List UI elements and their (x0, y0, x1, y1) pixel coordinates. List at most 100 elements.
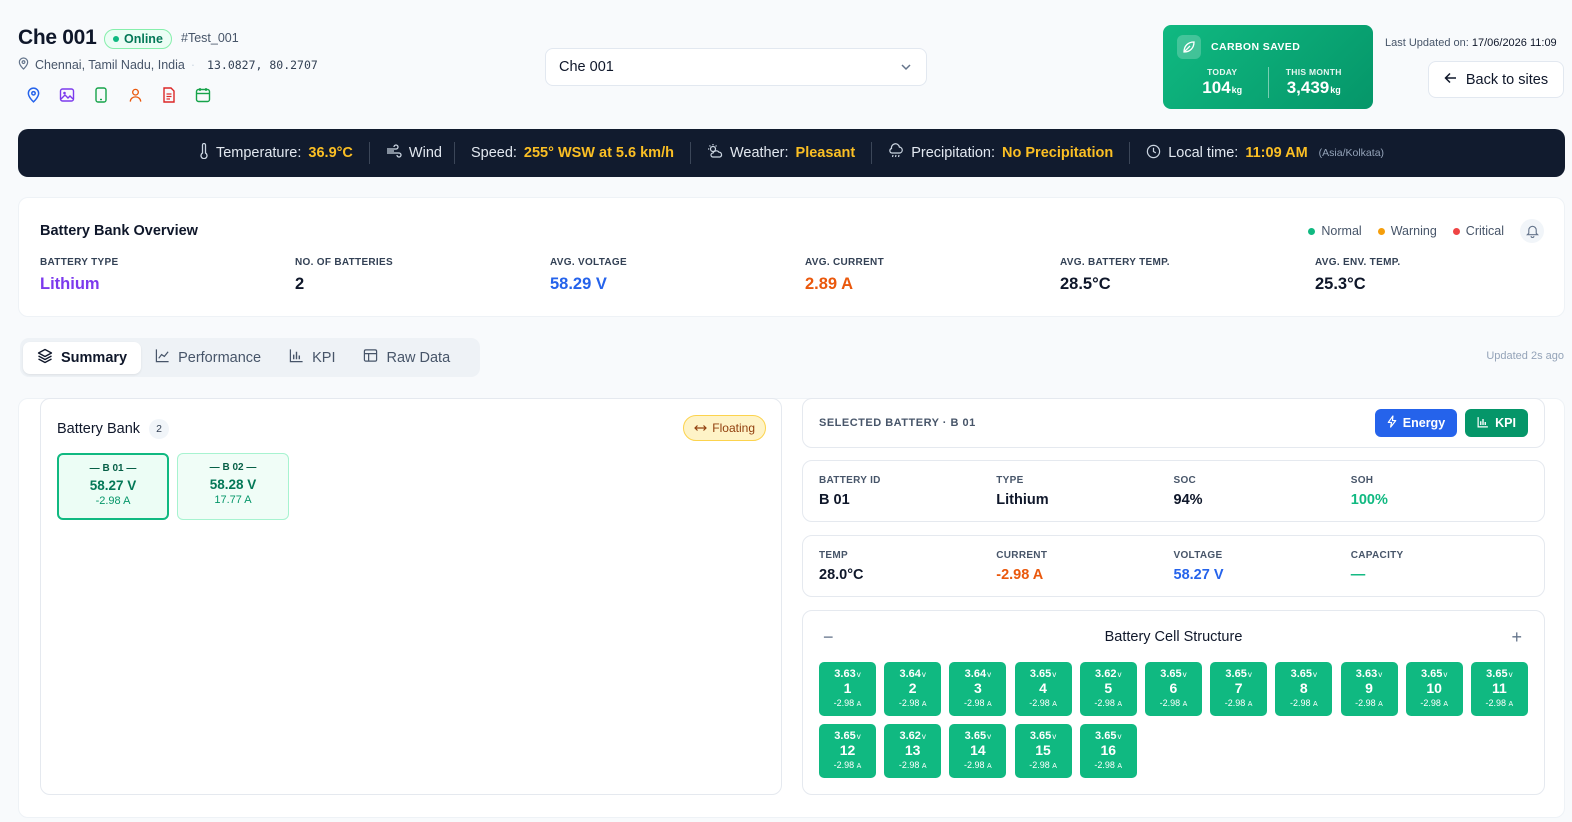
cell-tile[interactable]: 3.64v 3 -2.98 A (949, 662, 1007, 716)
floating-label: Floating (712, 421, 755, 435)
status-label: Online (124, 32, 163, 46)
carbon-today-unit: kg (1231, 85, 1243, 95)
table-icon (363, 348, 378, 367)
chevron-down-icon (900, 59, 912, 75)
bar-chart-icon (289, 348, 304, 367)
cell-number: 3 (973, 680, 982, 696)
cell-tile[interactable]: 3.62v 13 -2.98 A (884, 724, 942, 778)
battery-tile-b01[interactable]: — B 01 — 58.27 V -2.98 A (57, 453, 169, 520)
location-row: Chennai, Tamil Nadu, India · 13.0827, 80… (18, 57, 318, 73)
cell-current: -2.98 A (964, 698, 992, 708)
info-current: CURRENT -2.98 A (996, 550, 1048, 583)
stat-no-of-batteries: NO. OF BATTERIES 2 (295, 257, 393, 293)
battery-bank-card: Battery Bank 2 Floating — B 01 — 58.27 V… (40, 398, 782, 795)
cell-tile[interactable]: 3.62v 5 -2.98 A (1079, 662, 1137, 716)
cell-number: 8 (1299, 680, 1308, 696)
cell-structure-title: Battery Cell Structure (1104, 629, 1243, 645)
carbon-month-value: 3,439 (1286, 78, 1330, 97)
weather-bar: Temperature: 36.9°C Wind Speed: 255° WSW… (18, 129, 1565, 177)
legend-critical: Critical (1452, 224, 1504, 238)
info-battery-id: BATTERY ID B 01 (819, 475, 881, 508)
cell-current: -2.98 A (1094, 698, 1123, 708)
battery-tile-b02[interactable]: — B 02 — 58.28 V 17.77 A (177, 453, 289, 520)
cell-tile[interactable]: 3.65v 10 -2.98 A (1405, 662, 1463, 716)
tab-raw-data[interactable]: Raw Data (349, 342, 464, 374)
cell-tile[interactable]: 3.65v 16 -2.98 A (1079, 724, 1137, 778)
cell-number: 16 (1100, 742, 1117, 758)
back-to-sites-button[interactable]: Back to sites (1428, 61, 1564, 98)
info-soh: SOH 100% (1350, 475, 1388, 508)
speed-value: 255° WSW at 5.6 km/h (523, 145, 674, 161)
carbon-today-label: TODAY (1207, 67, 1238, 77)
last-updated: Last Updated on: 17/06/2026 11:09 (1385, 37, 1557, 49)
info-soc: SOC 94% (1173, 475, 1203, 508)
energy-button[interactable]: Energy (1374, 409, 1458, 437)
cell-tile[interactable]: 3.64v 2 -2.98 A (884, 662, 942, 716)
timezone: (Asia/Kolkata) (1318, 147, 1385, 159)
cell-tile[interactable]: 3.65v 11 -2.98 A (1470, 662, 1528, 716)
tablet-icon[interactable] (92, 86, 110, 104)
cell-number: 4 (1039, 680, 1047, 696)
cell-tile[interactable]: 3.65v 12 -2.98 A (819, 724, 876, 778)
tab-kpi[interactable]: KPI (275, 342, 349, 374)
wind-icon (386, 144, 402, 162)
cell-number: 11 (1491, 680, 1507, 696)
kpi-button[interactable]: KPI (1465, 409, 1528, 437)
battery-metrics-row: TEMP 28.0°C CURRENT -2.98 A VOLTAGE 58.27 V… (802, 535, 1545, 597)
stat-avg-battery-temp: AVG. BATTERY TEMP. 28.5°C (1060, 257, 1170, 293)
cell-tile[interactable]: 3.65v 15 -2.98 A (1014, 724, 1072, 778)
bell-icon[interactable] (1520, 219, 1544, 243)
cell-current: -2.98 A (1159, 698, 1188, 708)
cell-current: -2.98 A (898, 698, 927, 708)
document-icon[interactable] (160, 86, 178, 104)
carbon-saved-card: CARBON SAVED TODAY 104kg THIS MONTH 3,43… (1163, 25, 1373, 109)
cell-current: -2.98 A (1289, 698, 1318, 708)
expand-plus-icon[interactable]: + (1511, 627, 1522, 647)
cell-number: 7 (1234, 680, 1243, 696)
carbon-title: CARBON SAVED (1211, 41, 1301, 53)
leaf-icon (1177, 35, 1201, 59)
view-tabs: Summary Performance KPI Raw Data (20, 338, 480, 377)
cell-number: 15 (1035, 742, 1051, 758)
cell-tile[interactable]: 3.65v 14 -2.98 A (949, 724, 1007, 778)
cell-tile[interactable]: 3.65v 7 -2.98 A (1210, 662, 1268, 716)
tab-performance[interactable]: Performance (141, 342, 275, 374)
carbon-month-unit: kg (1330, 85, 1341, 95)
calendar-icon[interactable] (194, 86, 212, 104)
user-icon[interactable] (126, 86, 144, 104)
cell-current: -2.98 A (1355, 698, 1383, 708)
cell-tile[interactable]: 3.65v 6 -2.98 A (1144, 662, 1202, 716)
cell-tile[interactable]: 3.63v 9 -2.98 A (1340, 662, 1398, 716)
map-pin-icon[interactable] (24, 86, 42, 104)
layers-icon (37, 348, 53, 368)
status-legend: Normal Warning Critical (1308, 219, 1544, 243)
image-icon[interactable] (58, 86, 76, 104)
battery-count-pill: 2 (149, 419, 170, 439)
cell-number: 1 (843, 680, 852, 696)
site-selector-value: Che 001 (559, 59, 614, 75)
stat-avg-current: AVG. CURRENT 2.89 A (805, 257, 884, 293)
temperature-label: Temperature: (215, 145, 302, 161)
page-title: Che 001 (18, 26, 97, 49)
line-chart-icon (155, 348, 170, 367)
tab-summary[interactable]: Summary (23, 341, 142, 374)
location-pin-icon (18, 57, 29, 73)
info-temp: TEMP 28.0°C (819, 550, 864, 583)
weather-value: Pleasant (795, 145, 856, 161)
status-badge: Online (104, 29, 172, 49)
site-selector[interactable]: Che 001 (545, 48, 927, 86)
legend-dot-icon (1452, 227, 1460, 235)
cell-tile[interactable]: 3.65v 4 -2.98 A (1014, 662, 1072, 716)
battery-bank-overview: Battery Bank Overview Normal Warning Cri… (18, 197, 1565, 317)
info-type: TYPE Lithium (996, 475, 1049, 508)
stat-avg-env-temp: AVG. ENV. TEMP. 25.3°C (1315, 257, 1401, 293)
cell-number: 13 (904, 742, 921, 758)
lightning-icon (1387, 415, 1397, 431)
cell-tile[interactable]: 3.63v 1 -2.98 A (819, 662, 876, 716)
temperature-value: 36.9°C (308, 145, 353, 161)
cell-tile[interactable]: 3.65v 8 -2.98 A (1275, 662, 1333, 716)
quick-actions (24, 86, 212, 104)
wind-label: Wind (408, 145, 442, 161)
cell-current: -2.98 A (1029, 760, 1057, 770)
cell-current: -2.98 A (1224, 698, 1253, 708)
